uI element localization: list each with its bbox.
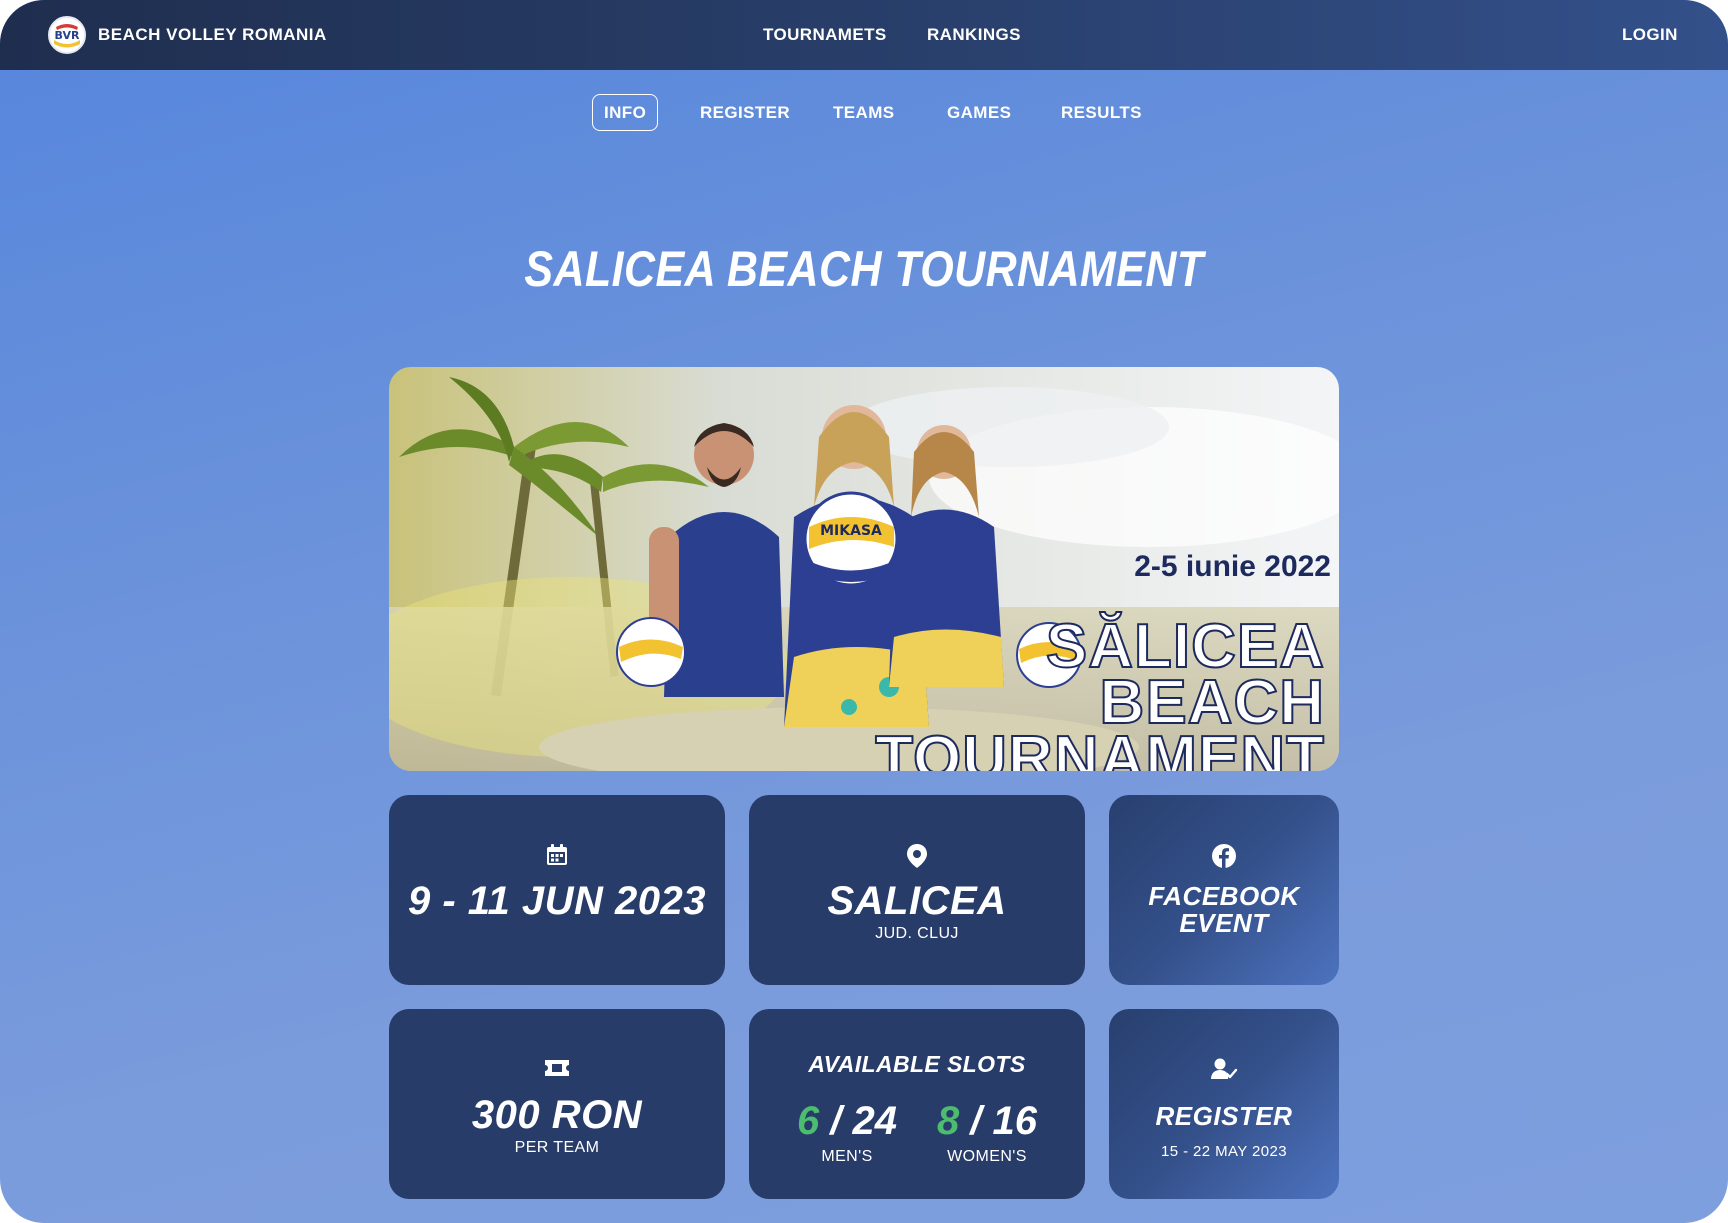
- map-pin-icon: [749, 843, 1085, 869]
- nav-tournaments[interactable]: TOURNAMETS: [763, 25, 887, 45]
- tab-teams[interactable]: TEAMS: [821, 94, 907, 131]
- mens-label: MEN'S: [821, 1148, 873, 1165]
- tab-info[interactable]: INFO: [592, 94, 659, 131]
- location-value: SALICEA: [827, 879, 1007, 923]
- womens-filled: 8: [936, 1099, 960, 1143]
- login-link[interactable]: LOGIN: [1622, 25, 1678, 45]
- volleyball-icon: MIKASA: [803, 491, 899, 587]
- tab-register[interactable]: REGISTER: [688, 94, 802, 131]
- facebook-event-line: EVENT: [1179, 908, 1269, 938]
- date-card: 9 - 11 JUN 2023: [389, 795, 725, 985]
- mens-slots: 6 / 24 MEN'S: [777, 1099, 917, 1166]
- mens-slot-count: 6 / 24: [777, 1099, 917, 1144]
- facebook-event-label: FACEBOOK EVENT: [1109, 883, 1339, 937]
- hero-title: SĂLICEA BEACH TOURNAMENT: [874, 612, 1325, 772]
- slots-title: AVAILABLE SLOTS: [808, 1051, 1026, 1077]
- brand-name: BEACH VOLLEY ROMANIA: [98, 25, 327, 44]
- user-check-icon: [1109, 1057, 1339, 1083]
- womens-slots: 8 / 16 WOMEN'S: [917, 1099, 1057, 1166]
- facebook-event-line: FACEBOOK: [1148, 881, 1300, 911]
- svg-text:MIKASA: MIKASA: [820, 523, 882, 539]
- womens-label: WOMEN'S: [947, 1148, 1027, 1165]
- womens-total: / 16: [970, 1099, 1038, 1143]
- register-label: REGISTER: [1155, 1101, 1293, 1131]
- womens-slot-count: 8 / 16: [917, 1099, 1057, 1144]
- app-frame: BVR BEACH VOLLEY ROMANIA TOURNAMETS RANK…: [0, 0, 1728, 1223]
- brand[interactable]: BVR BEACH VOLLEY ROMANIA: [48, 16, 327, 54]
- svg-text:BVR: BVR: [55, 29, 80, 42]
- hero-title-line: BEACH: [1099, 668, 1325, 737]
- tab-results[interactable]: RESULTS: [1049, 94, 1154, 131]
- hero-date-text: 2-5 iunie 2022: [1134, 550, 1331, 583]
- fee-unit: PER TEAM: [514, 1139, 600, 1156]
- mens-total: / 24: [830, 1099, 898, 1143]
- available-slots-card: AVAILABLE SLOTS 6 / 24 MEN'S 8 / 16 WOME…: [749, 1009, 1085, 1199]
- hero-banner: MIKASA 2-5 iunie 2022 SĂLICEA BEACH TOUR…: [389, 367, 1339, 771]
- calendar-icon: [389, 843, 725, 869]
- register-period: 15 - 22 MAY 2023: [1161, 1143, 1287, 1160]
- bvr-logo-icon: BVR: [48, 16, 86, 54]
- facebook-icon: [1109, 843, 1339, 869]
- facebook-event-card[interactable]: FACEBOOK EVENT: [1109, 795, 1339, 985]
- top-nav: BVR BEACH VOLLEY ROMANIA TOURNAMETS RANK…: [0, 0, 1728, 70]
- fee-card: 300 RON PER TEAM: [389, 1009, 725, 1199]
- nav-rankings[interactable]: RANKINGS: [927, 25, 1021, 45]
- fee-value: 300 RON: [471, 1093, 643, 1137]
- register-card[interactable]: REGISTER 15 - 22 MAY 2023: [1109, 1009, 1339, 1199]
- tab-games[interactable]: GAMES: [935, 94, 1023, 131]
- hero-title-line: TOURNAMENT: [874, 724, 1325, 772]
- date-value: 9 - 11 JUN 2023: [407, 879, 707, 923]
- location-card: SALICEA JUD. CLUJ: [749, 795, 1085, 985]
- ticket-icon: [389, 1057, 725, 1083]
- hero-title-line: SĂLICEA: [1045, 612, 1325, 681]
- mens-filled: 6: [796, 1099, 820, 1143]
- page-title: SALICEA BEACH TOURNAMENT: [524, 241, 1204, 297]
- location-county: JUD. CLUJ: [875, 925, 959, 942]
